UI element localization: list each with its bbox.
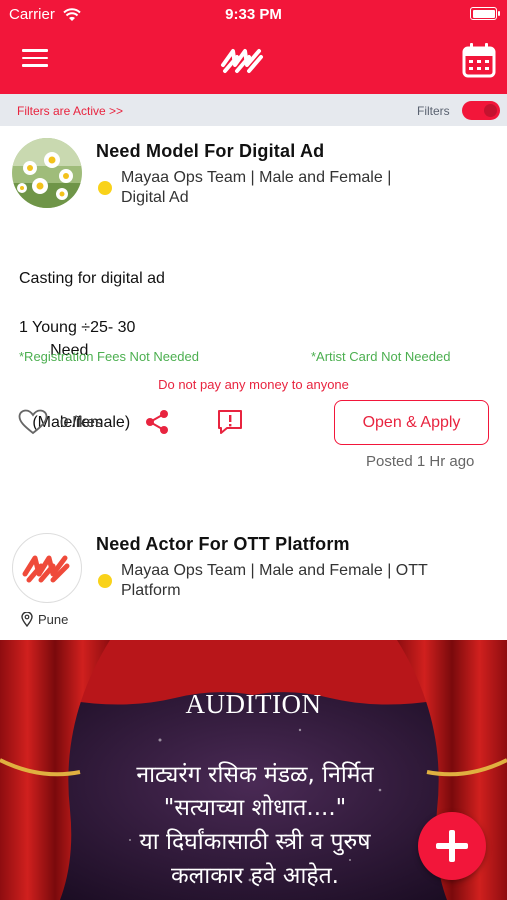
card-meta-line1: Mayaa Ops Team | Male and Female | OTT [121, 562, 428, 579]
mayaa-logo [221, 49, 263, 73]
menu-button[interactable] [22, 49, 48, 69]
card-avatar [12, 533, 82, 603]
registration-fee-note: *Registration Fees Not Needed [19, 349, 199, 364]
filters-toggle[interactable] [462, 101, 500, 120]
card-title[interactable]: Need Actor For OTT Platform [96, 534, 350, 555]
filters-active-link[interactable]: Filters are Active >> [17, 104, 123, 118]
card-meta-line2: Digital Ad [121, 189, 189, 206]
banner-line: नाट्यरंग रसिक मंडळ, निर्मित [136, 762, 374, 788]
report-icon[interactable] [216, 408, 244, 436]
banner-line: कलाकार हवे आहेत. [170, 863, 339, 889]
card-meta-line1: Mayaa Ops Team | Male and Female | [121, 169, 392, 186]
card-title[interactable]: Need Model For Digital Ad [96, 141, 324, 162]
card-meta-line2: Platform [121, 582, 181, 599]
add-post-button[interactable] [418, 812, 486, 880]
battery-icon [470, 7, 500, 20]
status-bar: Carrier 9:33 PM [0, 6, 507, 24]
card-meta: Mayaa Ops Team | Male and Female | Digit… [121, 168, 391, 208]
card-avatar [12, 138, 82, 208]
banner-heading: AUDITION [185, 689, 322, 719]
status-dot [98, 181, 112, 195]
desc-line: Casting for digital ad [19, 270, 165, 287]
status-dot [98, 574, 112, 588]
banner-line: या दिर्घांकासाठी स्त्री व पुरुष [139, 829, 371, 855]
card-requirement: 1 Young ÷25- 30 [19, 319, 136, 336]
menu-icon [22, 49, 48, 52]
filters-label: Filters [417, 104, 450, 118]
likes-count: 0 likes [60, 414, 103, 431]
posted-time: Posted 1 Hr ago [366, 453, 475, 470]
heart-icon[interactable] [18, 409, 48, 435]
location-pin-icon [21, 612, 33, 627]
status-time: 9:33 PM [225, 6, 282, 23]
card-meta: Mayaa Ops Team | Male and Female | OTT P… [121, 561, 428, 601]
card-location: Pune [38, 612, 69, 627]
banner-line: "सत्याच्या शोधात...." [163, 795, 347, 821]
open-apply-button[interactable]: Open & Apply [334, 400, 489, 445]
artist-card-note: *Artist Card Not Needed [311, 349, 451, 364]
payment-warning: Do not pay any money to anyone [158, 377, 349, 392]
share-icon[interactable] [144, 409, 170, 435]
calendar-icon[interactable] [462, 42, 496, 78]
filter-bar: Filters are Active >> Filters [0, 94, 507, 126]
app-header: Carrier 9:33 PM [0, 0, 507, 94]
